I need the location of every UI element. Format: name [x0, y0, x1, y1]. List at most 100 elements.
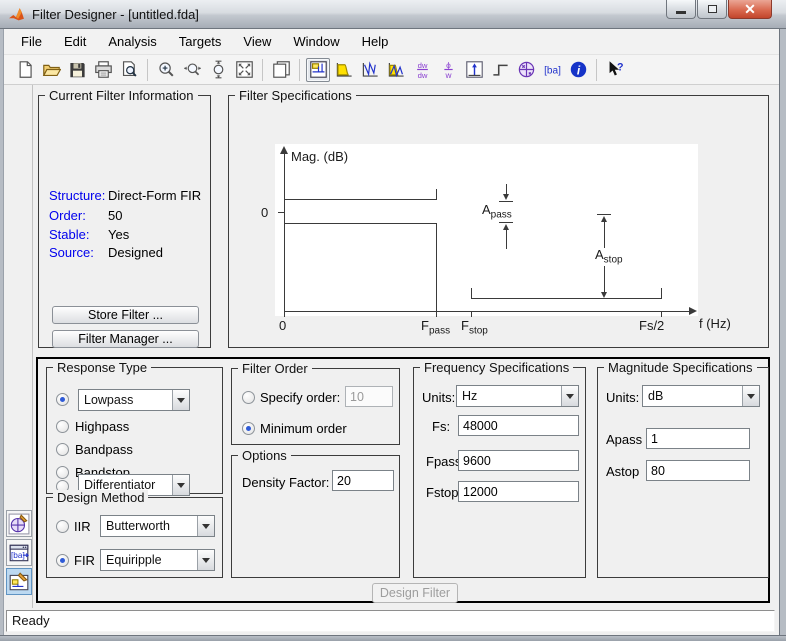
y-zero-label: 0	[261, 205, 268, 220]
save-icon[interactable]	[65, 58, 89, 82]
panel-title: Options	[238, 448, 291, 463]
plot-line	[597, 214, 611, 215]
specify-order-radio[interactable]	[242, 391, 255, 404]
plot-arrowhead	[503, 194, 509, 200]
iir-radio[interactable]	[56, 520, 69, 533]
plot-line	[506, 230, 507, 249]
pole-zero-plot-icon[interactable]	[514, 58, 538, 82]
plot-line	[436, 189, 437, 200]
zoom-y-icon[interactable]	[206, 58, 230, 82]
bandpass-label: Bandpass	[75, 442, 133, 457]
plot-line	[604, 222, 605, 248]
plot-line	[436, 223, 437, 311]
fstop-input[interactable]	[458, 481, 579, 502]
title-bar[interactable]: Filter Designer - [untitled.fda] ✕	[0, 0, 786, 29]
astop-input-label: Astop	[606, 464, 639, 479]
filter-info-icon[interactable]: i	[566, 58, 590, 82]
highpass-radio[interactable]	[56, 420, 69, 433]
design-filter-icon[interactable]	[6, 568, 32, 595]
menu-item-targets[interactable]: Targets	[168, 30, 233, 53]
filter-manager-button[interactable]: Filter Manager ...	[52, 330, 199, 348]
window-frame-bottom	[0, 635, 786, 641]
stable-label: Stable:	[49, 227, 89, 242]
chevron-down-icon	[197, 550, 214, 570]
pole-zero-editor-icon[interactable]	[6, 510, 32, 537]
menu-item-edit[interactable]: Edit	[53, 30, 97, 53]
fpass-input-label: Fpass	[426, 454, 461, 469]
plot-line	[661, 288, 662, 299]
minimum-order-radio[interactable]	[242, 422, 255, 435]
x-axis-label: f (Hz)	[699, 316, 731, 331]
chevron-down-icon	[197, 516, 214, 536]
phase-delay-icon[interactable]: ϕw	[436, 58, 460, 82]
apass-input[interactable]	[646, 428, 750, 449]
filter-order-panel: Filter Order Specify order: Minimum orde…	[231, 368, 400, 445]
fs-input[interactable]	[458, 415, 579, 436]
bandstop-radio[interactable]	[56, 466, 69, 479]
menu-item-window[interactable]: Window	[282, 30, 350, 53]
print-icon[interactable]	[91, 58, 115, 82]
status-bar: Ready	[4, 608, 779, 635]
phase-response-icon[interactable]	[358, 58, 382, 82]
response-type-panel: Response Type Lowpass Highpass Bandpass …	[46, 367, 223, 494]
svg-text:w: w	[444, 70, 452, 79]
print-preview-icon[interactable]	[117, 58, 141, 82]
restore-icon	[708, 5, 717, 13]
full-view-icon[interactable]	[232, 58, 256, 82]
lowpass-radio[interactable]	[56, 393, 69, 406]
plot-line	[284, 311, 691, 312]
iir-method-select[interactable]: Butterworth	[100, 515, 215, 537]
restore-button[interactable]	[697, 0, 727, 19]
plot-tick	[471, 311, 472, 317]
store-filter-button[interactable]: Store Filter ...	[52, 306, 199, 324]
plot-line	[284, 199, 436, 200]
context-help-icon[interactable]: ?	[603, 58, 627, 82]
bandpass-radio[interactable]	[56, 443, 69, 456]
astop-input[interactable]	[646, 460, 750, 481]
menu-item-file[interactable]: File	[10, 30, 53, 53]
impulse-response-icon[interactable]	[462, 58, 486, 82]
options-panel: Options Density Factor:	[231, 455, 400, 578]
new-file-icon[interactable]	[13, 58, 37, 82]
svg-text:dw: dw	[417, 71, 427, 79]
minimize-button[interactable]	[666, 0, 696, 19]
specify-order-label: Specify order:	[260, 390, 340, 405]
filter-coefficients-icon[interactable]: [ba]	[540, 58, 564, 82]
plot-line	[284, 223, 437, 224]
panel-title: Filter Order	[238, 361, 312, 376]
menu-item-analysis[interactable]: Analysis	[97, 30, 167, 53]
toolbar-separator	[147, 59, 148, 81]
filter-specifications-icon[interactable]	[306, 58, 330, 82]
density-factor-input[interactable]	[332, 470, 394, 491]
structure-label: Structure:	[49, 188, 105, 203]
magnitude-phase-response-icon[interactable]	[384, 58, 408, 82]
freq-units-select[interactable]: Hz	[456, 385, 579, 407]
panel-title: Frequency Specifications	[420, 360, 573, 375]
panel-title: Current Filter Information	[45, 88, 198, 103]
menu-item-help[interactable]: Help	[351, 30, 400, 53]
open-file-icon[interactable]	[39, 58, 63, 82]
fir-radio[interactable]	[56, 554, 69, 567]
plot-tick	[661, 311, 662, 317]
menu-item-view[interactable]: View	[232, 30, 282, 53]
zoom-in-icon[interactable]	[154, 58, 178, 82]
svg-text:[ba]: [ba]	[544, 66, 561, 77]
fir-method-select[interactable]: Equiripple	[100, 549, 215, 571]
specify-order-input[interactable]	[345, 386, 393, 407]
lowpass-select[interactable]: Lowpass	[78, 389, 190, 411]
plot-line	[284, 154, 285, 311]
import-filter-icon[interactable]: [ba]	[6, 539, 32, 566]
fpass-input[interactable]	[458, 450, 579, 471]
frequency-specifications-panel: Frequency Specifications Units: Hz Fs: F…	[413, 367, 586, 578]
zoom-x-icon[interactable]	[180, 58, 204, 82]
mag-units-select[interactable]: dB	[642, 385, 760, 407]
design-filter-button[interactable]: Design Filter	[372, 583, 458, 603]
print-to-figure-icon[interactable]	[269, 58, 293, 82]
svg-text:ϕ: ϕ	[446, 60, 451, 70]
magnitude-response-icon[interactable]	[332, 58, 356, 82]
filter-specification-diagram: Mag. (dB) 0	[275, 144, 698, 316]
step-response-icon[interactable]	[488, 58, 512, 82]
window-frame-right	[779, 29, 786, 641]
close-button[interactable]: ✕	[728, 0, 772, 19]
group-delay-icon[interactable]: dwdw	[410, 58, 434, 82]
